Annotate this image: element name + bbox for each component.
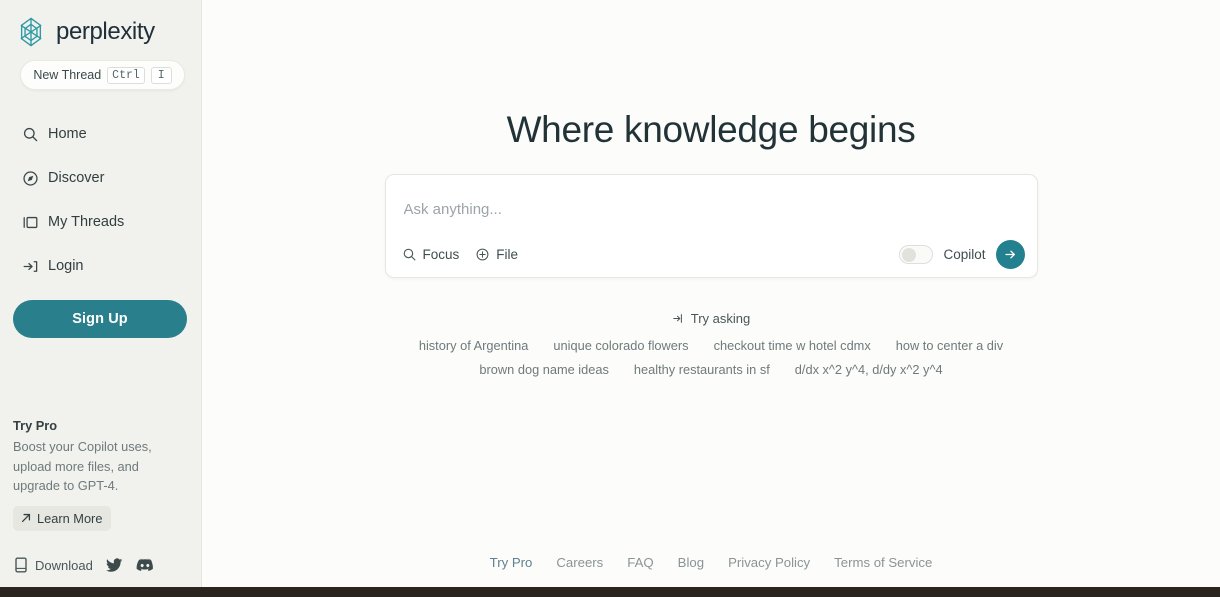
file-label: File (496, 246, 519, 262)
try-asking-label: Try asking (690, 311, 751, 326)
browser-bottom-strip (0, 587, 1220, 597)
sign-up-button[interactable]: Sign Up (13, 300, 187, 338)
learn-more-label: Learn More (37, 510, 103, 526)
plus-circle-icon (476, 248, 489, 260)
sidebar: perplexity New Thread Ctrl I Home Discov… (0, 0, 202, 587)
sidebar-item-label: Login (48, 258, 84, 274)
suggestion-item[interactable]: how to center a div (896, 338, 1003, 353)
suggestion-item[interactable]: brown dog name ideas (479, 362, 608, 377)
download-label: Download (35, 557, 93, 573)
file-button[interactable]: File (475, 247, 518, 262)
copilot-label: Copilot (943, 246, 986, 262)
page-title: Where knowledge begins (506, 109, 916, 150)
copilot-toggle[interactable] (899, 244, 934, 264)
try-pro-title: Try Pro (13, 418, 58, 433)
sidebar-nav: Home Discover My Threads Login (0, 112, 201, 288)
shortcut-key-modifier: Ctrl (107, 66, 145, 84)
suggestion-row: brown dog name ideas healthy restaurants… (479, 362, 942, 377)
footer-link-careers[interactable]: Careers (556, 555, 603, 570)
sidebar-footer: Download (14, 557, 154, 573)
try-asking-header: Try asking (672, 311, 750, 326)
sidebar-item-label: Discover (48, 170, 105, 186)
footer-link-faq[interactable]: FAQ (627, 555, 653, 570)
sidebar-item-label: Home (48, 126, 87, 142)
footer-links: Try Pro Careers FAQ Blog Privacy Policy … (202, 555, 1220, 570)
sidebar-item-discover[interactable]: Discover (0, 156, 201, 200)
sidebar-item-login[interactable]: Login (0, 244, 201, 288)
compass-icon (23, 170, 38, 186)
try-pro-promo: Try Pro Boost your Copilot uses, upload … (13, 418, 189, 531)
search-icon (23, 127, 38, 141)
arrow-right-icon (1004, 250, 1015, 258)
new-thread-label: New Thread (33, 68, 102, 82)
focus-label: Focus (422, 246, 460, 262)
shortcut-key-letter: I (150, 66, 172, 84)
brand-logo[interactable]: perplexity (0, 0, 201, 52)
download-button[interactable]: Download (14, 557, 93, 573)
toggle-knob (902, 247, 917, 262)
learn-more-button[interactable]: Learn More (13, 505, 112, 531)
suggestion-item[interactable]: checkout time w hotel cdmx (714, 338, 871, 353)
twitter-bird-icon[interactable] (105, 557, 123, 573)
main-content: Where knowledge begins Focus (202, 0, 1220, 587)
search-toolbar: Focus File Copilot (386, 231, 1037, 277)
brand-name: perplexity (56, 18, 155, 45)
discord-icon[interactable] (136, 558, 154, 572)
sidebar-item-my-threads[interactable]: My Threads (0, 200, 201, 244)
footer-link-try-pro[interactable]: Try Pro (490, 555, 533, 570)
threads-panel-icon (23, 216, 38, 228)
arrow-up-right-icon (21, 513, 31, 523)
perplexity-home-page: perplexity New Thread Ctrl I Home Discov… (0, 0, 1220, 597)
arrow-into-box-icon (672, 314, 682, 323)
suggestion-row: history of Argentina unique colorado flo… (419, 338, 1003, 353)
search-input[interactable] (385, 175, 1037, 225)
sidebar-item-label: My Threads (48, 214, 125, 230)
new-thread-button[interactable]: New Thread Ctrl I (20, 60, 185, 90)
focus-button[interactable]: Focus (402, 246, 460, 262)
footer-link-privacy-policy[interactable]: Privacy Policy (728, 555, 810, 570)
suggestion-item[interactable]: healthy restaurants in sf (634, 362, 770, 377)
login-arrow-icon (23, 260, 38, 272)
footer-link-terms-of-service[interactable]: Terms of Service (834, 555, 932, 570)
footer-link-blog[interactable]: Blog (678, 555, 704, 570)
try-pro-description: Boost your Copilot uses, upload more fil… (13, 439, 152, 493)
submit-button[interactable] (995, 239, 1025, 269)
suggestion-item[interactable]: d/dx x^2 y^4, d/dy x^2 y^4 (795, 362, 943, 377)
suggestion-item[interactable]: history of Argentina (419, 338, 529, 353)
sidebar-item-home[interactable]: Home (0, 112, 201, 156)
perplexity-star-icon (20, 17, 42, 47)
search-icon (403, 248, 415, 260)
suggestion-list: history of Argentina unique colorado flo… (419, 338, 1003, 377)
suggestion-item[interactable]: unique colorado flowers (553, 338, 688, 353)
mobile-device-icon (15, 557, 27, 573)
search-box: Focus File Copilot (384, 174, 1038, 278)
